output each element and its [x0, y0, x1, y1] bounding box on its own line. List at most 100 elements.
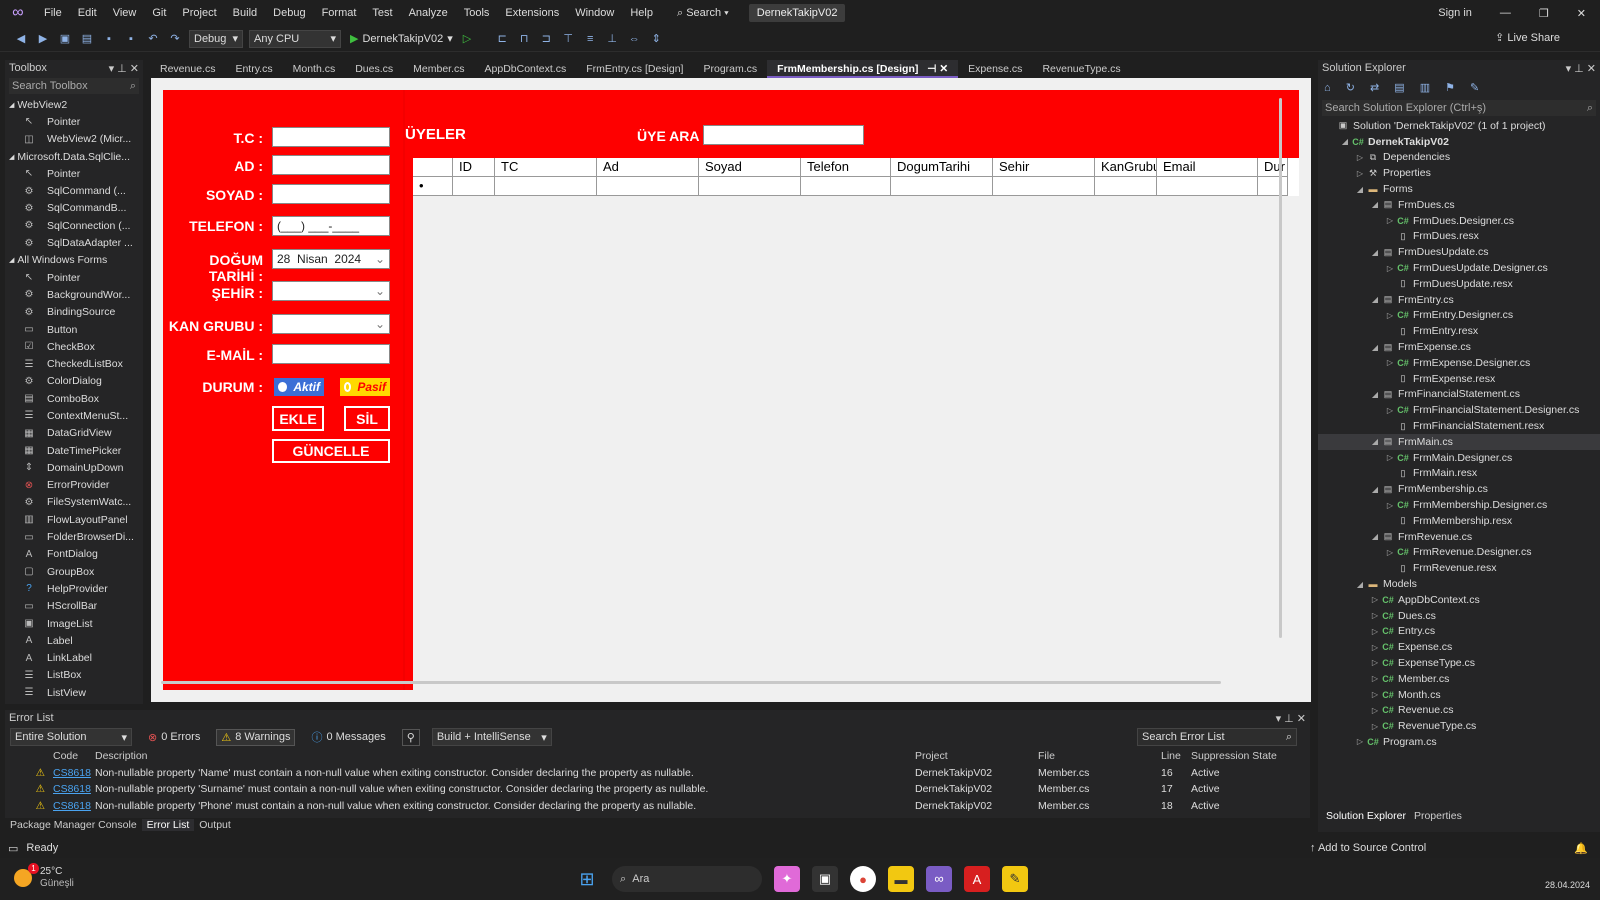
redo-icon[interactable]: ↷ — [166, 30, 184, 48]
solution-item[interactable]: ◢ ▤ FrmDuesUpdate.cs — [1318, 244, 1600, 260]
layout-spacing-icon[interactable]: ⇕ — [647, 30, 665, 48]
expand-arrow-icon[interactable]: ▷ — [1369, 627, 1381, 636]
errors-filter-button[interactable]: ⊗ 0 Errors — [144, 730, 204, 745]
toolbox-search-input[interactable]: Search Toolbox ⌕ — [9, 78, 139, 94]
solution-item[interactable]: ▯ FrmMembership.resx — [1318, 513, 1600, 529]
add-to-source-control-button[interactable]: ↑ Add to Source Control — [1310, 842, 1426, 854]
toolbox-item[interactable]: ⚙ SqlCommand (... — [5, 182, 143, 199]
expand-arrow-icon[interactable]: ▷ — [1369, 595, 1381, 604]
menu-view[interactable]: View — [105, 0, 145, 26]
expand-arrow-icon[interactable]: ▷ — [1369, 690, 1381, 699]
toolbox-item[interactable]: ▣ ImageList — [5, 615, 143, 632]
solution-item[interactable]: ▷ C# ExpenseType.cs — [1318, 655, 1600, 671]
toolbox-item[interactable]: ⚙ ColorDialog — [5, 373, 143, 390]
tab-member-cs[interactable]: Member.cs — [403, 60, 474, 78]
restore-icon[interactable]: ❐ — [1525, 7, 1563, 20]
solution-item[interactable]: ▯ FrmMain.resx — [1318, 466, 1600, 482]
toolbox-item[interactable]: ↖ Pointer — [5, 269, 143, 286]
toolbox-item[interactable]: ☰ ContextMenuSt... — [5, 407, 143, 424]
grid-cell[interactable] — [993, 177, 1095, 196]
menu-test[interactable]: Test — [364, 0, 400, 26]
tab-revenue-cs[interactable]: Revenue.cs — [150, 60, 225, 78]
expand-arrow-icon[interactable]: ◢ — [1354, 185, 1366, 194]
expand-arrow-icon[interactable]: ◢ — [1369, 200, 1381, 209]
expand-arrow-icon[interactable]: ◢ — [1369, 295, 1381, 304]
solution-item[interactable]: ▷ C# FrmMembership.Designer.cs — [1318, 497, 1600, 513]
solution-item[interactable]: ◢ ▤ FrmEntry.cs — [1318, 292, 1600, 308]
expand-arrow-icon[interactable]: ▷ — [1384, 358, 1396, 367]
menu-git[interactable]: Git — [144, 0, 174, 26]
configuration-dropdown[interactable]: Debug ▾ — [189, 29, 243, 48]
expand-arrow-icon[interactable]: ◢ — [1369, 390, 1381, 399]
solution-item[interactable]: ◢ ▬ Models — [1318, 576, 1600, 592]
ad-input[interactable] — [272, 155, 390, 175]
grid-column-header[interactable]: DogumTarihi — [891, 158, 993, 177]
error-code[interactable]: CS8618 — [53, 783, 95, 795]
warnings-filter-button[interactable]: ⚠ 8 Warnings — [216, 728, 296, 746]
error-code[interactable]: CS8618 — [53, 800, 95, 812]
solution-item[interactable]: ▷ C# Expense.cs — [1318, 639, 1600, 655]
tab-error-list[interactable]: Error List — [141, 819, 195, 831]
error-search-input[interactable]: Search Error List ⌕ — [1137, 728, 1297, 746]
expand-arrow-icon[interactable]: ▷ — [1384, 501, 1396, 510]
expand-arrow-icon[interactable]: ▷ — [1369, 643, 1381, 652]
solution-item[interactable]: ▷ C# Entry.cs — [1318, 624, 1600, 640]
menu-extensions[interactable]: Extensions — [497, 0, 567, 26]
solution-search-input[interactable]: Search Solution Explorer (Ctrl+ş) ⌕ — [1322, 100, 1596, 116]
file-explorer-icon[interactable]: ▬ — [888, 866, 914, 892]
grid-cell[interactable] — [891, 177, 993, 196]
solution-item[interactable]: ▷ C# FrmRevenue.Designer.cs — [1318, 545, 1600, 561]
menu-build[interactable]: Build — [225, 0, 265, 26]
solution-item[interactable]: ◢ ▬ Forms — [1318, 181, 1600, 197]
col-description[interactable]: Description — [95, 750, 915, 762]
tab-properties[interactable]: Properties — [1410, 810, 1466, 822]
solution-item[interactable]: ◢ ▤ FrmMembership.cs — [1318, 481, 1600, 497]
solution-item[interactable]: ▷ C# FrmDues.Designer.cs — [1318, 213, 1600, 229]
toolbox-item[interactable]: A FontDialog — [5, 546, 143, 563]
solution-item[interactable]: ▷ C# Month.cs — [1318, 687, 1600, 703]
solution-item[interactable]: ▯ FrmRevenue.resx — [1318, 560, 1600, 576]
soyad-input[interactable] — [272, 184, 390, 204]
toolbox-item[interactable]: ⚙ FileSystemWatc... — [5, 494, 143, 511]
toolbox-group[interactable]: ◢ WebView2 — [5, 96, 143, 113]
layout-align-middle-icon[interactable]: ≡ — [581, 30, 599, 48]
task-view-icon[interactable]: ▣ — [812, 866, 838, 892]
expand-arrow-icon[interactable]: ▷ — [1369, 722, 1381, 731]
toolbox-item[interactable]: ⚙ SqlConnection (... — [5, 217, 143, 234]
solution-item[interactable]: ▷ C# Member.cs — [1318, 671, 1600, 687]
tab-expense-cs[interactable]: Expense.cs — [958, 60, 1032, 78]
toolbox-item[interactable]: ☰ CheckedListBox — [5, 355, 143, 372]
solution-item[interactable]: ▷ C# FrmMain.Designer.cs — [1318, 450, 1600, 466]
grid-cell[interactable] — [597, 177, 699, 196]
panel-controls-icon[interactable]: ▾ ⊥ ✕ — [109, 62, 139, 75]
panel-controls-icon[interactable]: ▾ ⊥ ✕ — [1566, 62, 1596, 75]
grid-cell[interactable] — [1095, 177, 1157, 196]
grid-column-header[interactable]: Email — [1157, 158, 1258, 177]
start-debugging-icon[interactable]: ▶ — [350, 32, 358, 45]
kan-grubu-combobox[interactable]: ⌄ — [272, 314, 390, 334]
grid-cell[interactable] — [1157, 177, 1258, 196]
acrobat-icon[interactable]: A — [964, 866, 990, 892]
solution-item[interactable]: ▷ C# RevenueType.cs — [1318, 718, 1600, 734]
toolbox-item[interactable]: ⇕ DomainUpDown — [5, 459, 143, 476]
toolbox-item[interactable]: ↖ Pointer — [5, 165, 143, 182]
expand-arrow-icon[interactable]: ▷ — [1384, 548, 1396, 557]
toolbox-item[interactable]: ☰ ListBox — [5, 667, 143, 684]
col-code[interactable]: Code — [53, 750, 95, 762]
grid-column-header[interactable]: KanGrubu — [1095, 158, 1157, 177]
expand-arrow-icon[interactable]: ◢ — [1339, 137, 1351, 146]
menu-window[interactable]: Window — [567, 0, 622, 26]
weather-widget[interactable]: 1 25°C Güneşli — [14, 863, 74, 890]
solution-item[interactable]: ▷ C# FrmEntry.Designer.cs — [1318, 308, 1600, 324]
close-tab-icon[interactable]: ⊣ ✕ — [924, 63, 948, 75]
grid-column-header[interactable]: TC — [495, 158, 597, 177]
toolbox-item[interactable]: ▦ DateTimePicker — [5, 442, 143, 459]
toolbox-item[interactable]: A Label — [5, 632, 143, 649]
layout-align-right-icon[interactable]: ⊐ — [537, 30, 555, 48]
expand-arrow-icon[interactable]: ▷ — [1384, 264, 1396, 273]
undo-icon[interactable]: ↶ — [144, 30, 162, 48]
solution-explorer-toolbar[interactable]: ⌂ ↻ ⇄ ▤ ▥ ⚑ ✎ — [1318, 76, 1600, 98]
solution-item[interactable]: ▷ C# Program.cs — [1318, 734, 1600, 750]
layout-align-center-icon[interactable]: ⊓ — [515, 30, 533, 48]
expand-arrow-icon[interactable]: ◢ — [1354, 580, 1366, 589]
